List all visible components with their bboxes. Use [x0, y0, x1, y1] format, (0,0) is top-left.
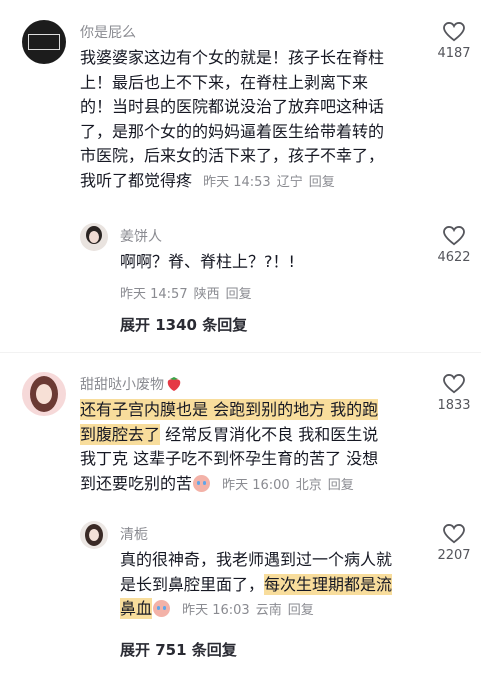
reply-location: 云南 [255, 603, 282, 618]
reply-text: 啊啊？脊、脊柱上？?！! [120, 252, 295, 271]
comment-text: 我婆婆家这边有个女的就是！孩子长在脊柱 上！最后也上不下来，在脊柱上剥离下来 的… [80, 46, 420, 195]
strawberry-icon [167, 377, 181, 391]
comment-line: 上！最后也上不下来，在脊柱上剥离下来 [80, 72, 369, 92]
comment-time: 昨天 14:53 [203, 174, 271, 190]
like-button[interactable]: 4187 [432, 22, 476, 61]
comment-line: 我婆婆家这边有个女的就是！孩子长在脊柱 [80, 48, 385, 67]
reply-time: 昨天 16:03 [182, 603, 250, 618]
comment-line: 经常反胃消化不良 我和医生说 [160, 424, 379, 444]
highlighted-text: 还有子宫内膜也是 会跑到别的地方 我的跑 [80, 399, 379, 420]
comment-line: 了，是那个女的的妈妈逼着医生给带着转的 [80, 121, 385, 141]
reply-username[interactable]: 清栀 [120, 524, 148, 544]
comment-list: 你是屁么 我婆婆家这边有个女的就是！孩子长在脊柱 上！最后也上不下来，在脊柱上剥… [0, 0, 481, 681]
comment-line: 到还要吃别的苦 [80, 473, 193, 493]
reply-meta: 昨天 14:57 陕西 回复 [120, 283, 258, 302]
reply-text: 真的很神奇，我老师遇到过一个病人就 是长到鼻腔里面了，每次生理期都是流 鼻血 昨… [120, 548, 425, 624]
avatar[interactable] [22, 20, 66, 64]
reply-button[interactable]: 回复 [309, 175, 335, 190]
avatar[interactable] [80, 223, 108, 251]
like-button[interactable]: 2207 [432, 524, 476, 563]
comment-username[interactable]: 甜甜哒小废物 [80, 374, 182, 394]
like-count: 4187 [437, 46, 471, 61]
crying-emoji-icon [153, 600, 171, 617]
reply-username[interactable]: 姜饼人 [120, 226, 162, 246]
divider [0, 352, 481, 353]
reply-button[interactable]: 回复 [226, 287, 252, 302]
comment-username[interactable]: 你是屁么 [80, 22, 136, 42]
expand-replies-button[interactable]: 展开 1340 条回复 [120, 314, 247, 335]
comment-location: 北京 [295, 477, 322, 493]
like-button[interactable]: 4622 [432, 226, 476, 265]
like-button[interactable]: 1833 [432, 374, 476, 413]
highlighted-text: 每次生理期都是流 [264, 573, 393, 595]
avatar[interactable] [22, 372, 66, 416]
username-text: 甜甜哒小废物 [80, 377, 164, 393]
comment-line: 市医院，后来女的活下来了，孩子不幸了， [80, 146, 385, 165]
heart-icon [443, 226, 465, 246]
expand-replies-button[interactable]: 展开 751 条回复 [120, 639, 237, 660]
highlighted-text: 鼻血 [120, 598, 153, 619]
comment-text: 还有子宫内膜也是 会跑到别的地方 我的跑 到腹腔去了 经常反胃消化不良 我和医生… [80, 398, 425, 498]
heart-icon [443, 524, 465, 544]
reply-time: 昨天 14:57 [120, 287, 188, 302]
reply-line: 真的很神奇，我老师遇到过一个病人就 [120, 550, 393, 569]
like-count: 2207 [437, 548, 471, 563]
comment-meta: 昨天 14:53 辽宁 回复 [203, 175, 341, 190]
like-count: 1833 [437, 398, 471, 413]
heart-icon [443, 22, 465, 42]
comment-meta: 昨天 16:00 北京 回复 [222, 478, 360, 493]
reply-button[interactable]: 回复 [328, 478, 354, 493]
crying-emoji-icon [193, 474, 211, 492]
reply-line: 是长到鼻腔里面了， [120, 574, 265, 594]
highlighted-text: 到腹腔去了 [80, 423, 161, 445]
comment-line: 我听了都觉得疼 [80, 170, 193, 190]
reply-location: 陕西 [193, 287, 220, 302]
heart-icon [443, 374, 465, 394]
like-count: 4622 [437, 250, 471, 265]
comment-location: 辽宁 [276, 174, 303, 190]
reply-meta: 昨天 16:03 云南 回复 [182, 603, 320, 618]
reply-button[interactable]: 回复 [288, 603, 314, 618]
comment-line: 我丁克 这辈子吃不到怀孕生育的苦了 没想 [80, 449, 379, 468]
comment-time: 昨天 16:00 [222, 477, 290, 493]
comment-line: 的！当时县的医院都说没治了放弃吧这种话 [80, 97, 385, 116]
avatar[interactable] [80, 521, 108, 549]
